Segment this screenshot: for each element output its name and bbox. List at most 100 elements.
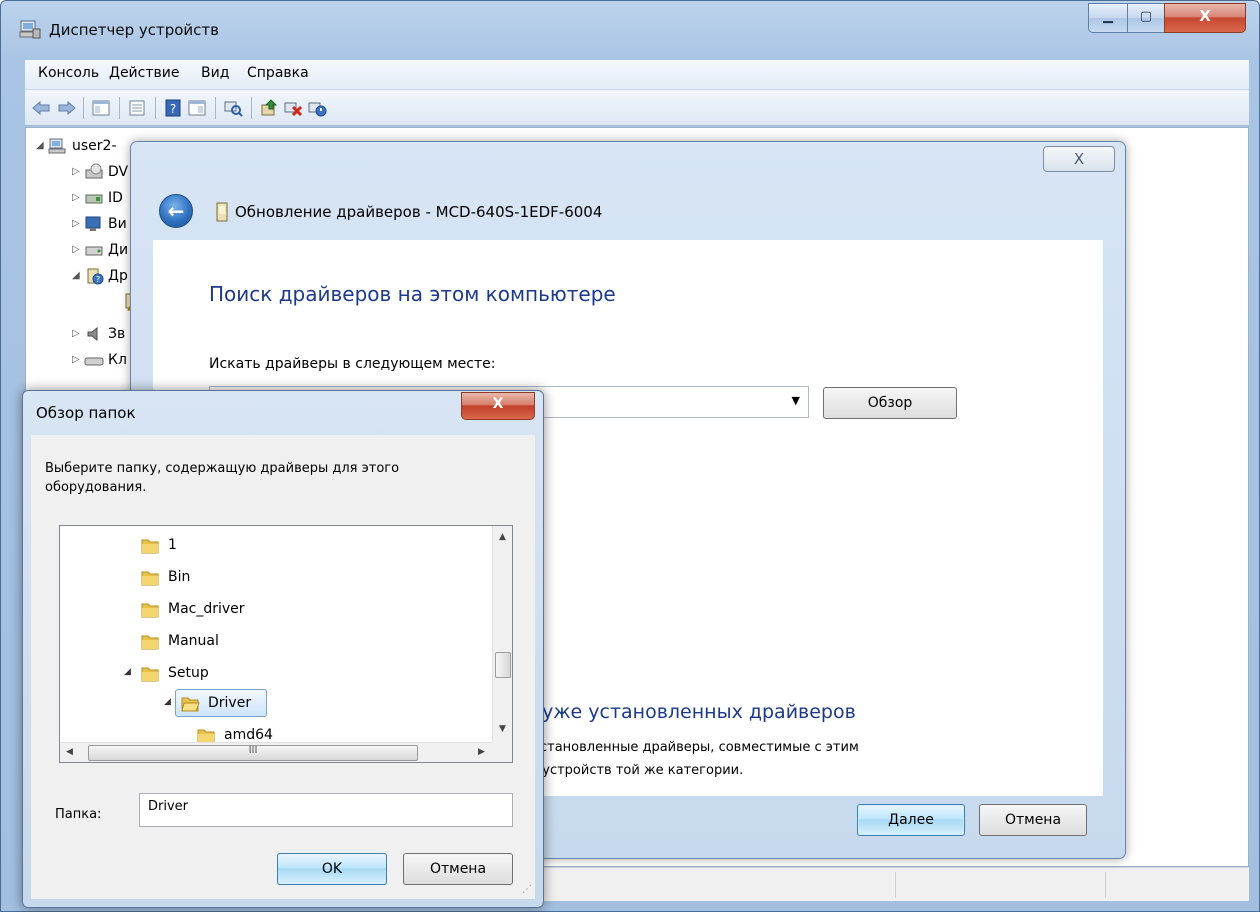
expand-arrow-icon[interactable]: ▷ [72,218,80,229]
uninstall-device-icon[interactable] [283,99,303,117]
tree-label: Ви [108,216,127,232]
back-button[interactable]: ← [159,194,193,228]
back-arrow-icon[interactable] [31,99,51,117]
menu-help[interactable]: Справка [247,65,309,81]
minimize-button[interactable]: ▁ [1088,3,1128,33]
tree-label: DV [108,164,129,180]
computer-icon [48,138,66,154]
tree-label: Др [108,268,128,284]
folder-icon [141,603,159,618]
scroll-down-arrow-icon[interactable]: ▼ [499,724,506,734]
pick-from-list-description: се установленные драйверы, совместимые с… [513,736,1073,782]
scroll-grip-icon: III [248,745,258,756]
folder-label: Setup [168,665,209,681]
status-segment [1105,872,1249,898]
folder-icon [141,667,159,682]
tree-label: ID [108,190,123,206]
folder-label: amd64 [224,727,273,743]
device-manager-icon [19,20,41,39]
update-driver-icon[interactable] [259,99,279,117]
expand-arrow-icon[interactable]: ▷ [72,192,80,203]
properties-icon[interactable] [127,99,147,117]
other-devices-icon: ? [87,268,104,285]
help-icon[interactable]: ? [163,99,183,117]
tree-label: Кл [108,352,127,368]
cancel-button[interactable]: Отмена [403,853,513,885]
disk-drive-icon [85,246,103,256]
scrollbar-corner [492,742,512,762]
menu-bar: Консоль Действие Вид Справка [25,60,1249,90]
close-icon: X [492,396,504,412]
close-button[interactable]: X [1164,3,1246,33]
description-line: для устройств той же категории. [513,763,744,778]
menu-action[interactable]: Действие [109,65,179,81]
folder-label: Mac_driver [168,601,245,617]
folder-tree[interactable]: 1 Bin Mac_driver Manual ◢ Setup ◢ Driver… [59,525,513,763]
collapse-arrow-icon[interactable]: ◢ [124,667,131,677]
scroll-left-arrow-icon[interactable]: ◀ [66,747,73,757]
dialog-title: Обновление драйверов - MCD-640S-1EDF-600… [235,203,603,221]
disable-device-icon[interactable] [307,99,327,117]
scroll-up-arrow-icon[interactable]: ▲ [499,532,506,542]
forward-arrow-icon[interactable] [57,99,77,117]
dropdown-arrow-icon[interactable]: ▼ [792,394,800,407]
toolbar-separator [155,97,156,119]
browse-folder-dialog: Обзор папок X Выберите папку, содержащую… [22,390,544,908]
pick-from-list-link[interactable]: ка уже установленных драйверов [513,701,856,723]
title-bar[interactable]: Диспетчер устройств ▁ ▢ X [1,1,1259,57]
browse-button[interactable]: Обзор [823,387,957,419]
description-line: се установленные драйверы, совместимые с… [513,740,859,755]
search-location-label: Искать драйверы в следующем месте: [209,356,496,372]
status-segment [895,872,1105,898]
ok-button[interactable]: OK [277,853,387,885]
action-pane-icon[interactable] [187,99,207,117]
vertical-scrollbar[interactable]: ▲ ▼ [492,526,512,742]
ide-controller-icon [85,194,103,204]
maximize-button[interactable]: ▢ [1127,3,1165,33]
menu-view[interactable]: Вид [201,65,229,81]
collapse-arrow-icon[interactable]: ◢ [36,140,44,151]
menu-console[interactable]: Консоль [38,65,99,81]
dialog-close-button[interactable]: X [1043,146,1115,172]
folder-label: Manual [168,633,219,649]
open-folder-icon [181,697,200,712]
close-icon: X [1073,150,1085,168]
folder-label: Driver [208,695,252,711]
back-arrow-icon: ← [167,199,185,223]
instruction-text: Выберите папку, содержащую драйверы для … [45,461,400,495]
dialog-title: Обзор папок [36,404,136,422]
svg-text:?: ? [170,102,176,116]
dvd-drive-icon [85,163,103,179]
sound-icon [87,326,98,342]
folder-name-input[interactable] [139,793,513,827]
toolbar-separator [119,97,120,119]
maximize-icon: ▢ [1139,9,1153,24]
folder-icon [141,571,159,586]
expand-arrow-icon[interactable]: ▷ [72,328,80,339]
vertical-scroll-thumb[interactable] [495,652,511,678]
expand-arrow-icon[interactable]: ▷ [72,354,80,365]
expand-arrow-icon[interactable]: ▷ [72,244,80,255]
cancel-button[interactable]: Отмена [979,804,1087,836]
display-adapter-icon [85,216,101,231]
tree-label: user2- [72,138,117,154]
tree-label: Зв [108,326,126,342]
dialog-close-button[interactable]: X [461,392,535,420]
svg-text:?: ? [96,275,100,284]
toolbar-separator [215,97,216,119]
resize-grip-icon[interactable]: ⋰ [522,884,532,895]
collapse-arrow-icon[interactable]: ◢ [72,270,80,281]
scroll-right-arrow-icon[interactable]: ▶ [478,747,485,757]
toolbar-separator [251,97,252,119]
scan-hardware-changes-icon[interactable] [223,99,243,117]
collapse-arrow-icon[interactable]: ◢ [164,697,171,707]
window-title: Диспетчер устройств [49,21,220,39]
folder-icon [141,539,159,554]
close-icon: X [1199,7,1211,25]
show-hide-console-tree-icon[interactable] [91,99,111,117]
horizontal-scrollbar[interactable]: ◀ III ▶ [60,742,494,762]
expand-arrow-icon[interactable]: ▷ [72,166,80,177]
horizontal-scroll-thumb[interactable]: III [88,745,418,761]
page-heading: Поиск драйверов на этом компьютере [209,282,616,306]
next-button[interactable]: Далее [857,804,965,836]
